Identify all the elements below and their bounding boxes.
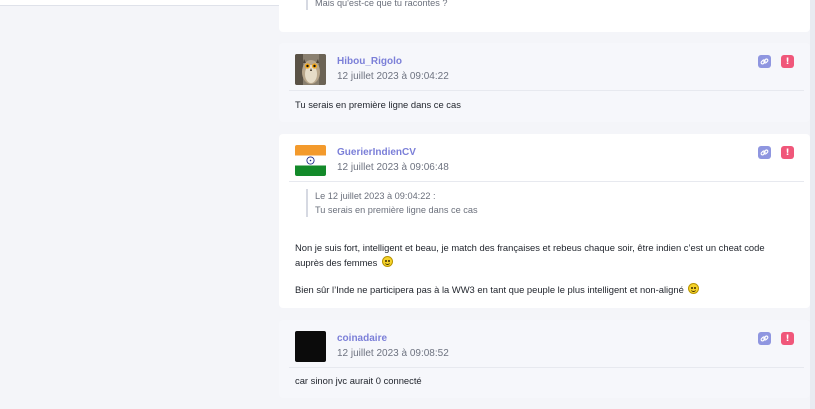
post-header: coinadaire 12 juillet 2023 à 09:08:52 !: [279, 320, 810, 376]
post-paragraph: Bien sûr l’Inde ne participera pas à la …: [295, 282, 796, 297]
link-icon[interactable]: [758, 146, 771, 159]
forum-post: coinadaire 12 juillet 2023 à 09:08:52 ! …: [279, 320, 810, 398]
link-icon[interactable]: [758, 332, 771, 345]
author-name[interactable]: GuerierIndienCV: [337, 147, 416, 158]
header-divider: [289, 367, 804, 368]
post-header: Hibou_Rigolo 12 juillet 2023 à 09:04:22 …: [279, 43, 810, 99]
post-quote: Mais qu'est-ce que tu racontes ?: [306, 0, 448, 10]
forum-post: GuerierIndienCV 12 juillet 2023 à 09:06:…: [279, 134, 810, 308]
forum-post: Hibou_Rigolo 12 juillet 2023 à 09:04:22 …: [279, 43, 810, 122]
author-name[interactable]: Hibou_Rigolo: [337, 56, 402, 67]
post-message: Tu serais en première ligne dans ce cas: [295, 99, 461, 110]
quote-text: Tu serais en première ligne dans ce cas: [315, 205, 478, 215]
post-header: GuerierIndienCV 12 juillet 2023 à 09:06:…: [279, 134, 810, 190]
link-icon[interactable]: [758, 55, 771, 68]
black-avatar[interactable]: [295, 331, 326, 362]
post-date: 12 juillet 2023 à 09:08:52: [337, 348, 449, 359]
alert-icon[interactable]: !: [781, 146, 794, 159]
alert-icon[interactable]: !: [781, 332, 794, 345]
post-message: car sinon jvc aurait 0 connecté: [295, 375, 422, 386]
smiley-icon: [381, 256, 393, 267]
paragraph-text: Non je suis fort, intelligent et beau, j…: [295, 242, 765, 268]
post-date: 12 juillet 2023 à 09:06:48: [337, 162, 449, 173]
alert-icon[interactable]: !: [781, 55, 794, 68]
paragraph-text: Bien sûr l’Inde ne participera pas à la …: [295, 284, 684, 295]
header-divider: [289, 90, 804, 91]
post-date: 12 juillet 2023 à 09:04:22: [337, 71, 449, 82]
india-flag-avatar[interactable]: [295, 145, 326, 176]
header-divider: [289, 181, 804, 182]
forum-post: Mais qu'est-ce que tu racontes ?: [279, 0, 810, 32]
author-name[interactable]: coinadaire: [337, 333, 387, 344]
post-paragraph: Non je suis fort, intelligent et beau, j…: [295, 240, 795, 270]
quote-text: Mais qu'est-ce que tu racontes ?: [315, 0, 448, 8]
scrollbar-track[interactable]: [810, 0, 815, 409]
owl-avatar[interactable]: [295, 54, 326, 85]
post-quote: Le 12 juillet 2023 à 09:04:22 : Tu serai…: [306, 189, 478, 217]
quote-header: Le 12 juillet 2023 à 09:04:22 :: [315, 191, 436, 201]
smiley-icon: [688, 283, 700, 294]
